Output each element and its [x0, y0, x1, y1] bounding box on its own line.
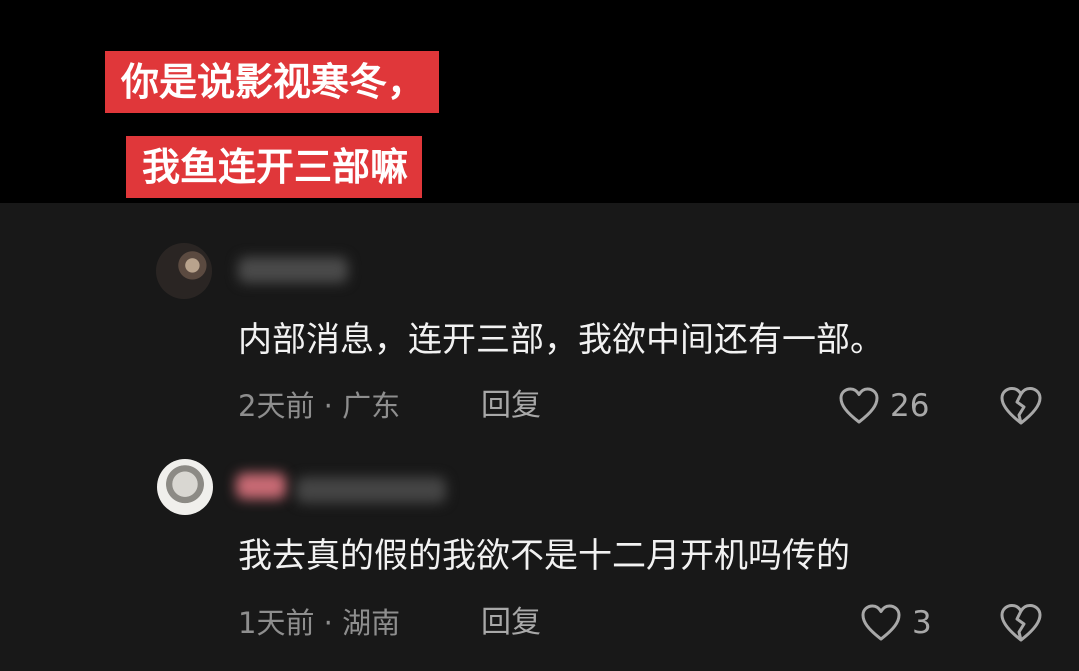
reply-button[interactable]: 回复 [481, 386, 541, 426]
broken-heart-icon[interactable] [999, 603, 1043, 643]
broken-heart-icon[interactable] [999, 386, 1043, 426]
comment-meta: 2天前 · 广东 [238, 389, 401, 423]
comment-meta: 1天前 · 湖南 [238, 606, 401, 640]
avatar[interactable] [157, 459, 213, 515]
caption-line-1: 你是说影视寒冬， [105, 51, 440, 113]
username-redacted[interactable] [236, 473, 286, 499]
like-count: 26 [890, 388, 930, 424]
username-redacted[interactable] [238, 257, 348, 283]
reply-button[interactable]: 回复 [481, 603, 541, 643]
avatar[interactable] [156, 243, 212, 299]
comment-text: 我去真的假的我欲不是十二月开机吗传的 [238, 536, 850, 576]
caption-line-2: 我鱼连开三部嘛 [126, 136, 423, 198]
heart-outline-icon[interactable] [860, 604, 902, 642]
like-count: 3 [912, 605, 932, 641]
username-redacted-extra [296, 477, 446, 503]
heart-outline-icon[interactable] [838, 387, 880, 425]
comment-text: 内部消息，连开三部，我欲中间还有一部。 [238, 320, 884, 360]
